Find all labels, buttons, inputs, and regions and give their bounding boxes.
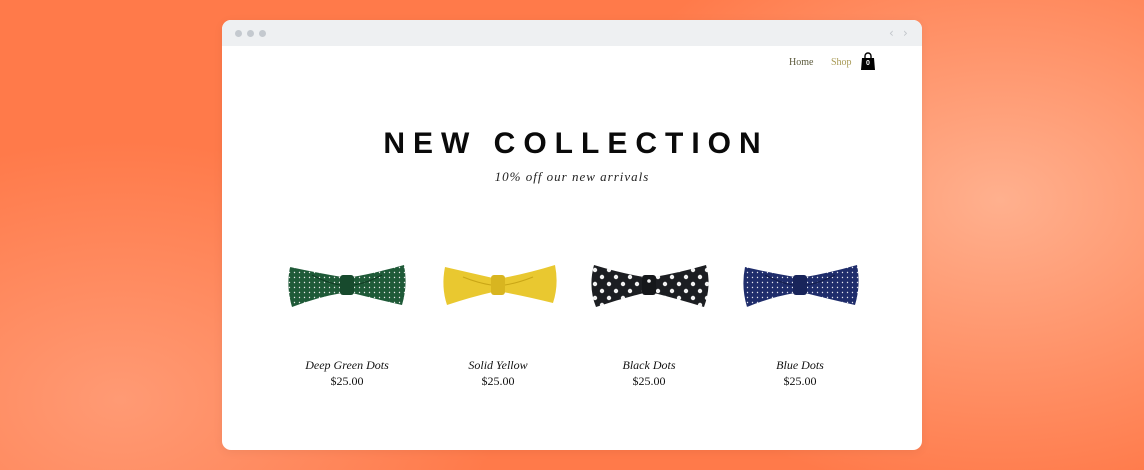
browser-window: ‹ › Home Shop 0 NEW COLLECTION 10% off o… [222, 20, 922, 450]
bow-tie-black-dots-icon [591, 265, 709, 307]
bow-tie-yellow-icon [443, 265, 557, 305]
cart-count: 0 [866, 60, 870, 67]
page-subtitle: 10% off our new arrivals [494, 169, 650, 184]
product-price: $25.00 [481, 374, 515, 388]
nav-home-link[interactable]: Home [789, 57, 813, 69]
product-name[interactable]: Deep Green Dots [277, 358, 417, 372]
page-title: NEW COLLECTION [383, 127, 769, 160]
forward-arrow-icon[interactable]: › [903, 26, 908, 40]
product-name[interactable]: Solid Yellow [428, 358, 568, 372]
product-name[interactable]: Black Dots [579, 358, 719, 372]
product-card[interactable]: Solid Yellow $25.00 [428, 210, 568, 390]
bow-tie-blue-dots-icon [743, 265, 859, 307]
product-card[interactable]: Blue Dots $25.00 [730, 210, 870, 390]
product-price: $25.00 [330, 374, 364, 388]
cart-button[interactable]: 0 [860, 52, 876, 71]
back-arrow-icon[interactable]: ‹ [889, 26, 894, 40]
product-card[interactable]: Deep Green Dots $25.00 [277, 210, 417, 390]
window-dot-icon[interactable] [259, 30, 266, 37]
product-price: $25.00 [783, 374, 817, 388]
bow-tie-green-dots-icon [288, 265, 406, 307]
product-price: $25.00 [632, 374, 666, 388]
nav-shop-link[interactable]: Shop [831, 57, 852, 69]
window-dot-icon[interactable] [247, 30, 254, 37]
browser-toolbar: ‹ › [222, 20, 922, 46]
product-card[interactable]: Black Dots $25.00 [579, 210, 719, 390]
window-dot-icon[interactable] [235, 30, 242, 37]
product-name[interactable]: Blue Dots [730, 358, 870, 372]
